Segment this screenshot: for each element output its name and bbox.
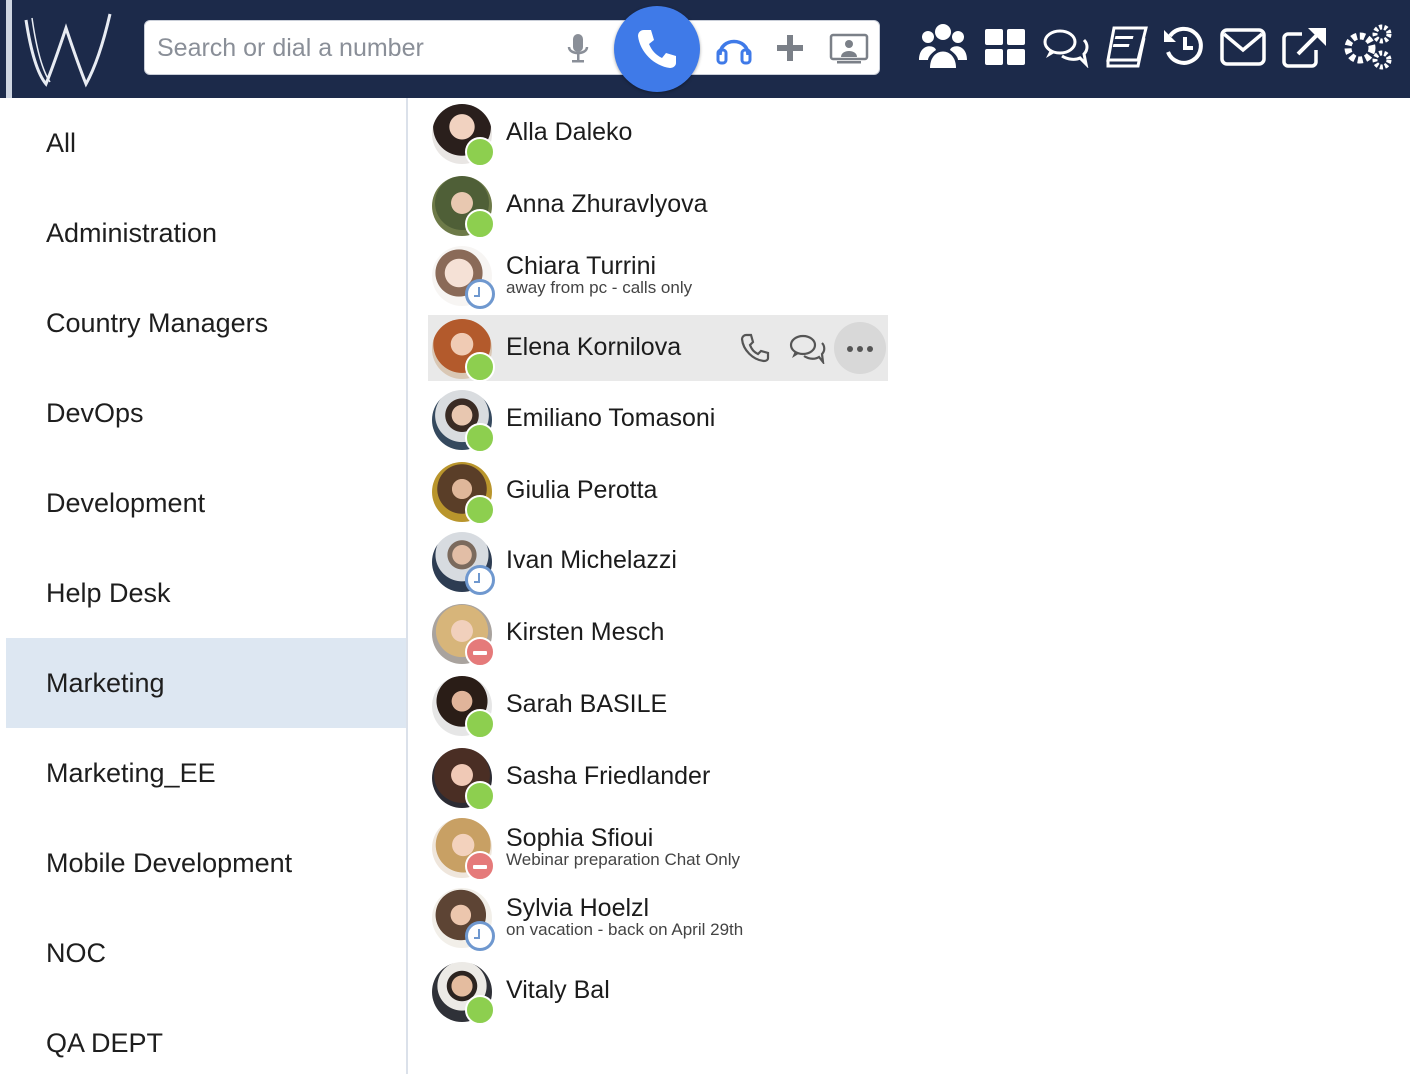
contact-row[interactable]: Giulia Perotta — [428, 458, 888, 525]
presence-away-icon — [465, 279, 495, 309]
presence-online-icon — [465, 137, 495, 167]
presence-online-icon — [465, 423, 495, 453]
contact-row[interactable]: Sasha Friedlander — [428, 744, 888, 811]
group-item-country-managers[interactable]: Country Managers — [6, 278, 406, 368]
call-button[interactable] — [614, 6, 700, 92]
search-box — [144, 20, 880, 75]
call-icon[interactable] — [740, 333, 770, 363]
contact-row[interactable]: Sarah BASILE — [428, 672, 888, 739]
group-label: Marketing_EE — [46, 758, 216, 788]
presence-away-icon — [465, 921, 495, 951]
group-item-marketing-ee[interactable]: Marketing_EE — [6, 728, 406, 818]
contact-name: Sylvia Hoelzl — [506, 894, 650, 922]
group-item-development[interactable]: Development — [6, 458, 406, 548]
group-item-noc[interactable]: NOC — [6, 908, 406, 998]
contact-name: Sarah BASILE — [506, 690, 668, 718]
plus-icon[interactable] — [775, 33, 805, 63]
contact-name: Emiliano Tomasoni — [506, 404, 716, 432]
contact-name: Kirsten Mesch — [506, 618, 665, 646]
group-item-qa-dept[interactable]: QA DEPT — [6, 998, 406, 1074]
screen-share-icon[interactable] — [829, 33, 869, 65]
group-item-mobile-development[interactable]: Mobile Development — [6, 818, 406, 908]
logo-icon — [24, 13, 112, 88]
phone-icon — [638, 30, 676, 68]
presence-do-not-disturb-icon — [465, 637, 495, 667]
group-item-help-desk[interactable]: Help Desk — [6, 548, 406, 638]
contact-row[interactable]: Chiara Turrini away from pc - calls only — [428, 242, 888, 309]
contact-name: Vitaly Bal — [506, 976, 610, 1004]
chat-icon[interactable] — [788, 332, 826, 364]
microphone-icon[interactable] — [565, 33, 591, 65]
headset-icon[interactable] — [715, 33, 753, 65]
contact-row[interactable]: Anna Zhuravlyova — [428, 172, 888, 239]
groups-sidebar: All Administration Country Managers DevO… — [0, 98, 408, 1074]
group-label: All — [46, 128, 77, 158]
app-logo[interactable] — [6, 0, 116, 98]
contact-row[interactable]: Ivan Michelazzi — [428, 528, 888, 595]
presence-online-icon — [465, 352, 495, 382]
contact-status-text: on vacation - back on April 29th — [506, 920, 744, 939]
group-label: QA DEPT — [46, 1028, 164, 1058]
group-label: NOC — [46, 938, 106, 968]
contact-row[interactable]: Sylvia Hoelzl on vacation - back on Apri… — [428, 884, 888, 951]
presence-online-icon — [465, 209, 495, 239]
presence-online-icon — [465, 709, 495, 739]
group-item-administration[interactable]: Administration — [6, 188, 406, 278]
contact-row[interactable]: Kirsten Mesch — [428, 600, 888, 667]
contact-name: Chiara Turrini — [506, 252, 657, 280]
contact-name: Sophia Sfioui — [506, 824, 654, 852]
contact-name: Sasha Friedlander — [506, 762, 711, 790]
contact-name: Giulia Perotta — [506, 476, 658, 504]
presence-online-icon — [465, 995, 495, 1025]
contact-name: Anna Zhuravlyova — [506, 190, 708, 218]
history-icon[interactable] — [1162, 26, 1206, 68]
contact-name: Alla Daleko — [506, 118, 633, 146]
search-input[interactable] — [157, 29, 547, 67]
presence-online-icon — [465, 495, 495, 525]
mail-icon[interactable] — [1220, 28, 1266, 66]
group-label: Country Managers — [46, 308, 269, 338]
top-bar — [0, 0, 1410, 98]
group-item-all[interactable]: All — [6, 98, 406, 188]
contact-row[interactable]: Emiliano Tomasoni — [428, 386, 888, 453]
phonebook-icon[interactable] — [1104, 26, 1148, 68]
group-label: Marketing — [46, 668, 165, 698]
presence-online-icon — [465, 781, 495, 811]
contact-row[interactable]: Elena Kornilova — [428, 315, 888, 382]
contact-row[interactable]: Alla Daleko — [428, 100, 888, 167]
presence-away-icon — [465, 565, 495, 595]
chat-icon[interactable] — [1042, 26, 1090, 68]
group-label: Help Desk — [46, 578, 171, 608]
more-options-button[interactable] — [834, 322, 886, 374]
group-label: DevOps — [46, 398, 144, 428]
contacts-icon[interactable] — [918, 22, 968, 70]
group-item-devops[interactable]: DevOps — [6, 368, 406, 458]
presence-do-not-disturb-icon — [465, 851, 495, 881]
external-link-icon[interactable] — [1282, 26, 1328, 68]
group-label: Mobile Development — [46, 848, 293, 878]
settings-icon[interactable] — [1342, 22, 1394, 70]
group-item-marketing[interactable]: Marketing — [6, 638, 406, 728]
contact-row[interactable]: Sophia Sfioui Webinar preparation Chat O… — [428, 814, 888, 881]
dashboard-icon[interactable] — [984, 28, 1026, 66]
contact-name: Elena Kornilova — [506, 333, 682, 361]
contact-name: Ivan Michelazzi — [506, 546, 677, 574]
contact-row[interactable]: Vitaly Bal — [428, 958, 888, 1025]
group-label: Administration — [46, 218, 218, 248]
group-label: Development — [46, 488, 206, 518]
contact-status-text: away from pc - calls only — [506, 278, 693, 297]
contact-status-text: Webinar preparation Chat Only — [506, 850, 741, 869]
